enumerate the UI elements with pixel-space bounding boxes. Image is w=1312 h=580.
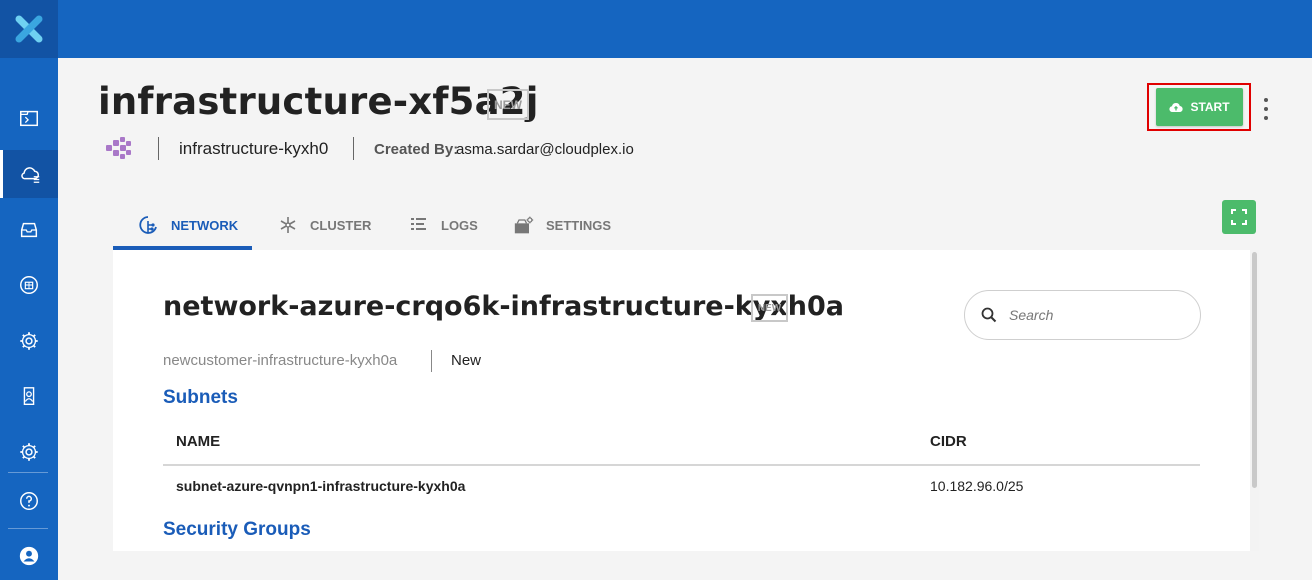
tab-cluster-label: CLUSTER	[310, 217, 372, 233]
column-header-name: NAME	[176, 433, 221, 450]
tab-logs-label: LOGS	[441, 217, 478, 233]
nav-users[interactable]	[0, 372, 58, 420]
subnets-heading: Subnets	[163, 387, 238, 408]
nav-divider	[8, 528, 48, 529]
user-avatar-icon	[19, 546, 39, 566]
nav-terminal[interactable]	[0, 94, 58, 142]
created-by-value: asma.sardar@cloudplex.io	[456, 141, 634, 158]
logo-icon	[15, 15, 43, 43]
cluster-icon	[280, 217, 296, 233]
nav-inbox[interactable]	[0, 206, 58, 254]
nav-help[interactable]	[0, 477, 58, 525]
subnet-name-cell: subnet-azure-qvnpn1-infrastructure-kyxh0…	[176, 478, 466, 494]
cluster-name: infrastructure-kyxh0	[179, 139, 329, 158]
settings-icon	[20, 443, 38, 461]
cloud-icon	[20, 167, 39, 183]
column-header-cidr: CIDR	[930, 433, 967, 450]
tab-settings-label: SETTINGS	[546, 217, 612, 233]
search-box[interactable]	[964, 290, 1201, 340]
meta-separator	[353, 137, 354, 160]
settings-box-icon	[514, 216, 534, 234]
cloud-upload-icon	[1169, 103, 1184, 113]
start-button-label: START	[1190, 100, 1230, 114]
security-groups-heading: Security Groups	[163, 519, 311, 540]
user-shield-icon	[23, 387, 35, 405]
expand-icon	[1231, 209, 1247, 225]
network-status: New	[451, 352, 482, 369]
nav-settings[interactable]	[0, 428, 58, 476]
terminal-icon	[20, 110, 38, 127]
network-status-badge: NEW	[751, 294, 788, 322]
nav-registry[interactable]	[0, 261, 58, 309]
nav-services[interactable]	[0, 317, 58, 365]
scrollbar-thumb[interactable]	[1252, 252, 1257, 488]
network-customer: newcustomer-infrastructure-kyxh0a	[163, 352, 398, 369]
logs-icon	[411, 218, 426, 230]
search-icon	[981, 307, 997, 323]
top-bar	[58, 0, 1312, 58]
nav-infrastructure[interactable]	[0, 150, 58, 198]
inbox-icon	[20, 222, 38, 238]
nav-profile[interactable]	[0, 532, 58, 580]
meta-separator	[158, 137, 159, 160]
help-icon	[20, 492, 38, 510]
table-header-rule	[163, 464, 1200, 466]
tab-cluster[interactable]: CLUSTER	[278, 200, 371, 250]
search-input[interactable]	[1009, 307, 1179, 323]
tab-network[interactable]: NETWORK	[139, 200, 238, 250]
subnet-cidr-cell: 10.182.96.0/25	[930, 478, 1024, 494]
gear-icon	[20, 332, 38, 350]
cluster-provider-icon	[106, 137, 131, 159]
tab-logs[interactable]: LOGS	[409, 200, 478, 250]
start-button[interactable]: START	[1156, 88, 1243, 126]
page-title: infrastructure-xf5a2j	[98, 80, 539, 123]
network-title: network-azure-crqo6k-infrastructure-kyxh…	[163, 291, 844, 322]
status-badge: NEW	[487, 89, 529, 120]
tab-settings[interactable]: SETTINGS	[514, 200, 611, 250]
sidebar	[0, 0, 58, 580]
fullscreen-button[interactable]	[1222, 200, 1256, 234]
app-logo[interactable]	[0, 0, 58, 58]
network-icon	[139, 216, 157, 234]
network-meta-separator	[431, 350, 432, 372]
panel-scrollbar[interactable]	[1250, 250, 1259, 551]
more-options-icon[interactable]	[1258, 98, 1274, 120]
tab-network-label: NETWORK	[171, 217, 239, 233]
globe-icon	[20, 276, 38, 294]
created-by-label: Created By:	[374, 141, 459, 158]
nav-divider	[8, 472, 48, 473]
